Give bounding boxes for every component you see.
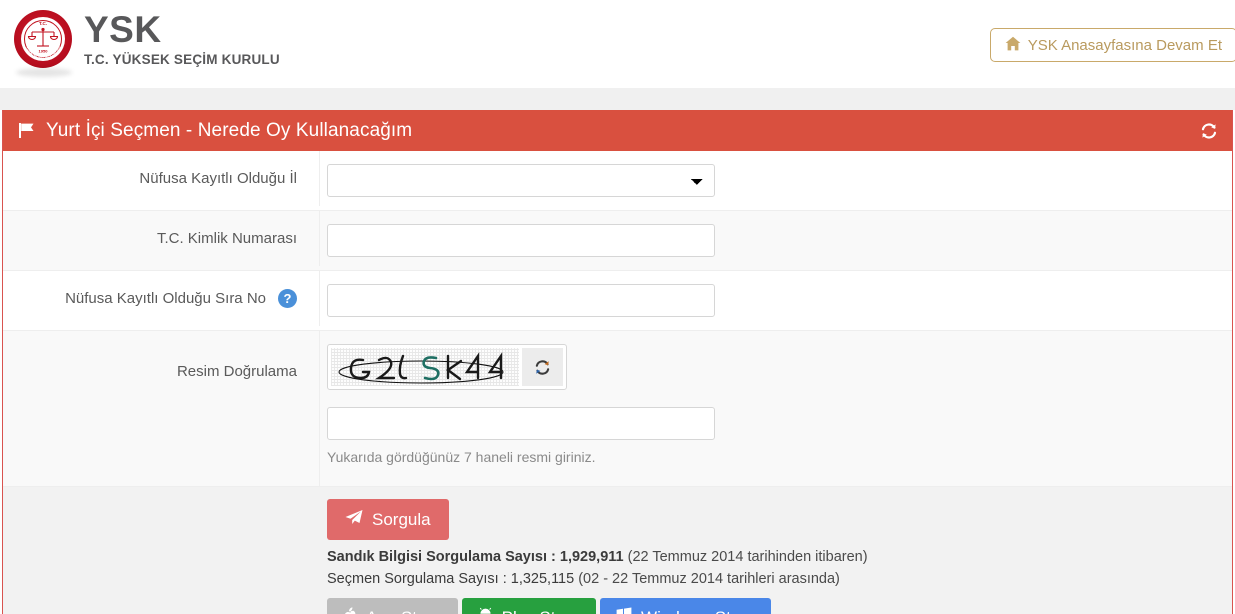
captcha-image — [331, 348, 519, 386]
svg-text:T.C.: T.C. — [39, 21, 47, 26]
paper-plane-icon — [345, 509, 363, 530]
captcha-refresh-icon[interactable] — [522, 348, 563, 386]
captcha-hint: Yukarıda gördüğünüz 7 haneli resmi girin… — [327, 449, 596, 465]
app-store-button[interactable]: App Store — [327, 598, 458, 614]
question-mark-icon[interactable]: ? — [278, 289, 297, 308]
form-field — [320, 211, 1232, 270]
label-text: Nüfusa Kayıtlı Olduğu İl — [139, 170, 297, 187]
brand-title: YSK — [84, 9, 162, 51]
form-row-captcha: Resim Doğrulama Yukarıda gördüğünüz 7 ha… — [3, 331, 1232, 487]
stat-note: (22 Temmuz 2014 tarihinden itibaren) — [627, 549, 868, 565]
stat-label: Sandık Bilgisi Sorgulama Sayısı : — [327, 549, 560, 565]
tc-kimlik-input[interactable] — [327, 224, 715, 257]
label-text: Resim Doğrulama — [176, 363, 297, 380]
home-button-label: YSK Anasayfasına Devam Et — [1027, 36, 1222, 54]
stat-line-secmen: Seçmen Sorgulama Sayısı : 1,325,115 (02 … — [327, 571, 1232, 587]
ysk-seal-logo-icon: T.C. 1950 TÜRKİYE SEÇİM KURULU — [12, 8, 74, 77]
svg-text:1950: 1950 — [39, 49, 49, 54]
form-label: Resim Doğrulama — [3, 331, 320, 486]
form-row-tc-kimlik: T.C. Kimlik Numarası — [3, 211, 1232, 271]
form-field — [320, 271, 1232, 330]
store-buttons: App Store Play Store — [327, 598, 1232, 614]
sira-no-input[interactable] — [327, 284, 715, 317]
windows-icon — [616, 607, 632, 614]
form-row-il: Nüfusa Kayıtlı Olduğu İl — [3, 151, 1232, 211]
panel-footer: Sorgula Sandık Bilgisi Sorgulama Sayısı … — [3, 487, 1232, 614]
captcha-input[interactable] — [327, 407, 715, 440]
brand-subtitle: T.C. YÜKSEK SEÇİM KURULU — [84, 52, 280, 68]
stat-label: Seçmen Sorgulama Sayısı : — [327, 571, 511, 587]
form-label: T.C. Kimlik Numarası — [3, 211, 320, 266]
ysk-homepage-button[interactable]: YSK Anasayfasına Devam Et — [989, 28, 1235, 62]
site-header: T.C. 1950 TÜRKİYE SEÇİM KURULU YSK T.C. … — [0, 0, 1235, 88]
form-label: Nüfusa Kayıtlı Olduğu İl — [3, 151, 320, 206]
stat-line-sandik: Sandık Bilgisi Sorgulama Sayısı : 1,929,… — [327, 549, 1232, 565]
panel-title: Yurt İçi Seçmen - Nerede Oy Kullanacağım — [46, 119, 413, 141]
sorgula-label: Sorgula — [372, 509, 431, 529]
query-panel: Yurt İçi Seçmen - Nerede Oy Kullanacağım… — [2, 110, 1233, 614]
play-store-button[interactable]: Play Store — [461, 598, 597, 614]
windows-store-label: Windows Store — [641, 608, 755, 614]
apple-icon — [343, 606, 357, 614]
panel-refresh-icon[interactable] — [1200, 122, 1218, 140]
brand: T.C. 1950 TÜRKİYE SEÇİM KURULU YSK T.C. … — [0, 0, 280, 77]
label-text: T.C. Kimlik Numarası — [156, 230, 297, 247]
captcha-box — [327, 344, 567, 390]
stat-value: 1,929,911 — [559, 549, 624, 565]
label-text: Nüfusa Kayıtlı Olduğu Sıra No — [65, 290, 266, 307]
sorgula-submit-button[interactable]: Sorgula — [327, 499, 449, 540]
il-select[interactable] — [327, 164, 715, 197]
form-field: Yukarıda gördüğünüz 7 haneli resmi girin… — [320, 331, 1232, 478]
play-store-label: Play Store — [502, 608, 580, 614]
form-row-sira-no: Nüfusa Kayıtlı Olduğu Sıra No ? — [3, 271, 1232, 331]
panel-header: Yurt İçi Seçmen - Nerede Oy Kullanacağım — [3, 110, 1232, 151]
app-store-label: App Store — [366, 608, 442, 614]
windows-store-button[interactable]: Windows Store — [600, 598, 772, 614]
header-spacer — [0, 88, 1235, 110]
stat-value: 1,325,115 — [510, 571, 575, 587]
form-field — [320, 151, 1232, 210]
form-label: Nüfusa Kayıtlı Olduğu Sıra No ? — [3, 271, 320, 326]
home-icon — [1005, 36, 1021, 55]
stat-note: (02 - 22 Temmuz 2014 tarihleri arasında) — [578, 571, 840, 587]
flag-icon — [18, 122, 36, 139]
android-icon — [478, 607, 493, 614]
